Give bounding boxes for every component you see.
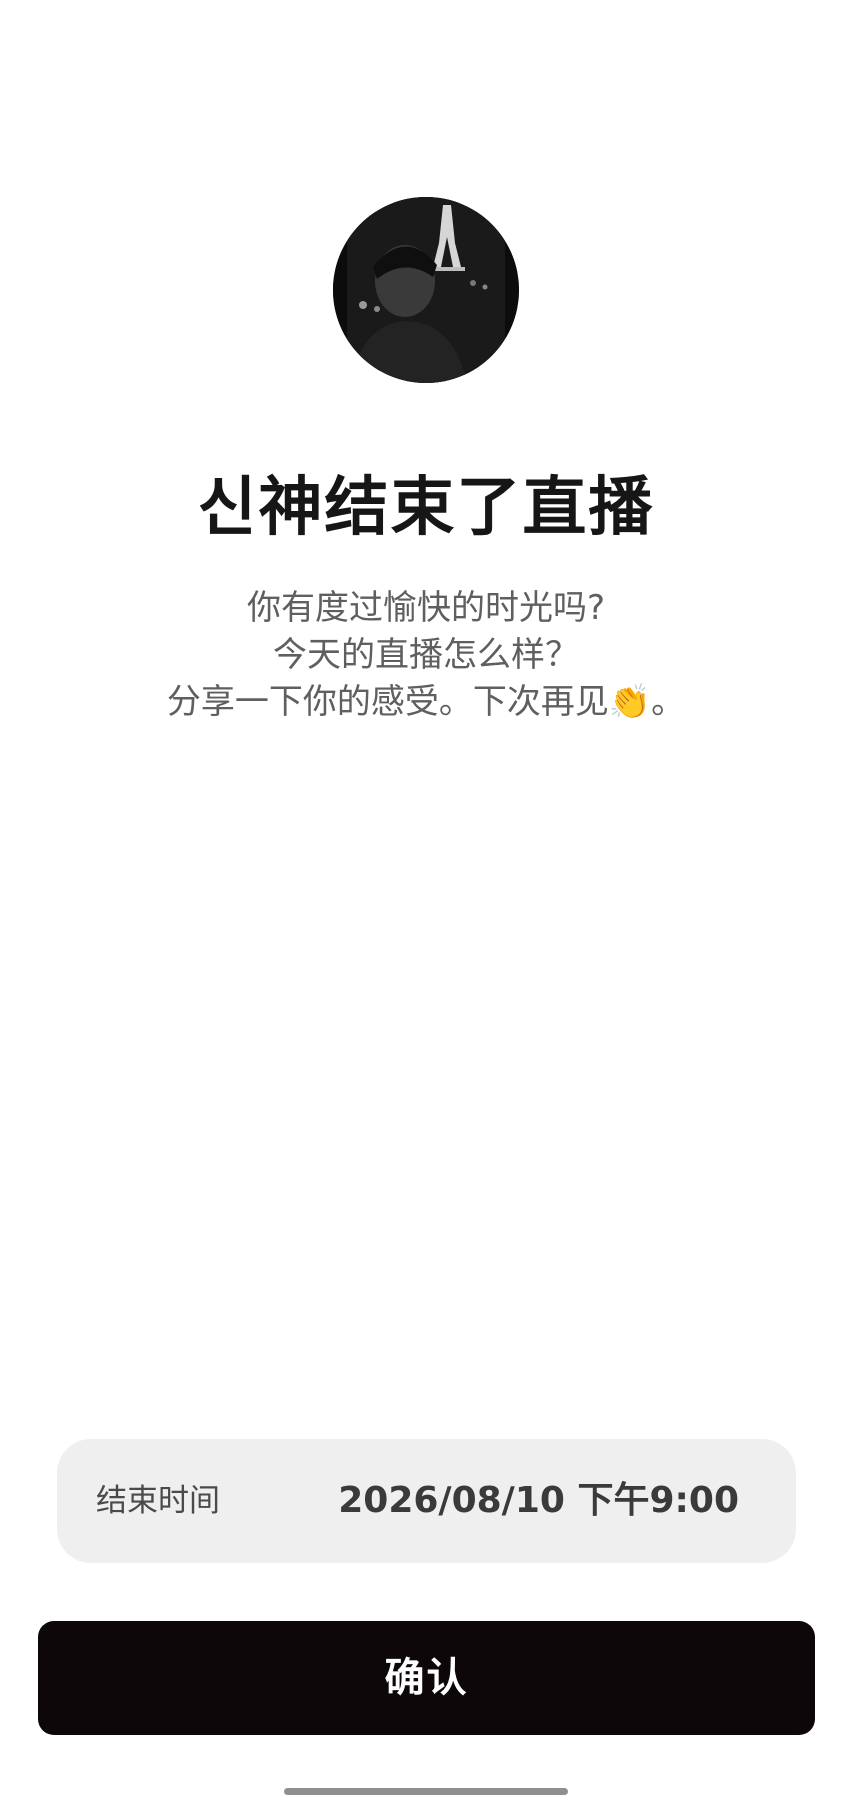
page-title: 신神结束了直播 (197, 471, 655, 545)
home-indicator[interactable] (284, 1788, 568, 1795)
profile-photo (333, 197, 519, 383)
confirm-button[interactable]: 确认 (38, 1621, 815, 1735)
farewell-message: 你有度过愉快的时光吗? 今天的直播怎么样？ 分享一下你的感受。下次再见👏。 (0, 585, 852, 726)
message-line: 今天的直播怎么样？ (273, 635, 579, 675)
message-line: 你有度过愉快的时光吗? (246, 588, 606, 628)
message-line: 分享一下你的感受。下次再见👏。 (166, 682, 686, 722)
avatar (333, 197, 519, 383)
end-time-label: 结束时间 (96, 1483, 220, 1519)
end-time-value: 2026/08/10 下午9:00 (338, 1480, 739, 1521)
end-time-card: 结束时间 2026/08/10 下午9:00 (57, 1439, 796, 1563)
